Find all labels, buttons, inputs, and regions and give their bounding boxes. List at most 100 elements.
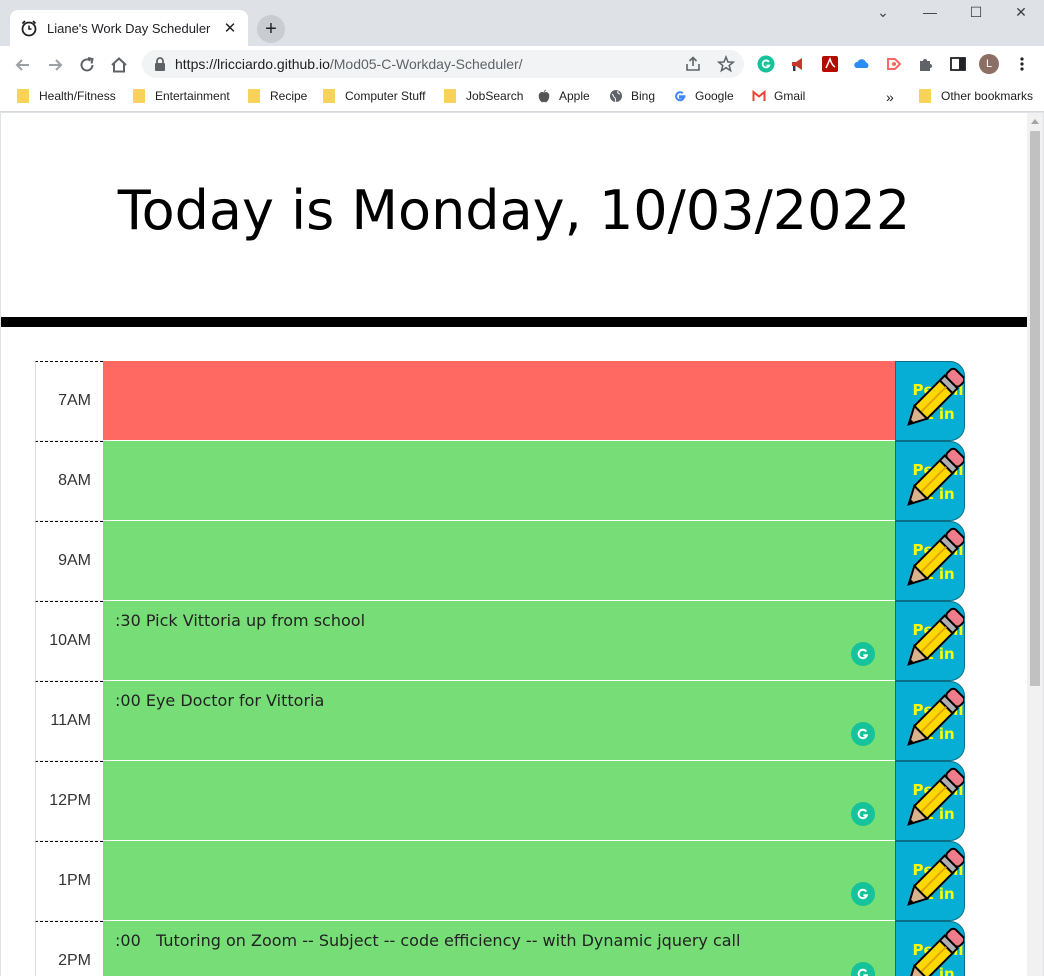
hour-label: 7AM bbox=[35, 361, 103, 441]
save-button[interactable]: Pencil it in bbox=[895, 921, 965, 976]
bookmark-gmail[interactable]: Gmail bbox=[752, 89, 805, 103]
bookmark-jobsearch[interactable]: JobSearch bbox=[444, 89, 523, 103]
hour-label: 10AM bbox=[35, 601, 103, 681]
back-icon[interactable] bbox=[13, 55, 33, 75]
save-button[interactable]: Pencil it in bbox=[895, 681, 965, 761]
grammarly-icon[interactable] bbox=[851, 882, 875, 906]
page-viewport: Today is Monday, 10/03/2022 7AM Pencil it… bbox=[1, 113, 1043, 976]
bookmark-label: Recipe bbox=[270, 89, 308, 103]
bookmark-apple[interactable]: Apple bbox=[537, 89, 590, 103]
bookmarks-overflow-button[interactable]: » bbox=[886, 89, 894, 105]
time-block-11am: 11AM:00 Eye Doctor for VittoriaPencil it… bbox=[35, 681, 965, 761]
bookmark-google[interactable]: Google bbox=[673, 89, 734, 103]
url-text: https://lricciardo.github.io/Mod05-C-Wor… bbox=[175, 56, 523, 72]
home-icon[interactable] bbox=[109, 55, 129, 75]
active-tab[interactable]: Liane's Work Day Scheduler ✕ bbox=[10, 10, 248, 46]
grammarly-icon[interactable] bbox=[851, 642, 875, 666]
time-block-1pm: 1PM Pencil it in bbox=[35, 841, 965, 921]
close-window-icon[interactable]: ✕ bbox=[1011, 4, 1031, 21]
time-block-10am: 10AM:30 Pick Vittoria up from schoolPenc… bbox=[35, 601, 965, 681]
share-icon[interactable] bbox=[684, 55, 702, 73]
hour-label: 9AM bbox=[35, 521, 103, 601]
save-button[interactable]: Pencil it in bbox=[895, 441, 965, 521]
bookmark-label: Health/Fitness bbox=[39, 89, 116, 103]
time-block-7am: 7AM Pencil it in bbox=[35, 361, 965, 441]
bookmark-entertainment[interactable]: Entertainment bbox=[133, 89, 230, 103]
bookmark-bing[interactable]: Bing bbox=[609, 89, 655, 103]
reload-icon[interactable] bbox=[77, 55, 97, 75]
cloud-extension-icon[interactable] bbox=[852, 54, 872, 74]
bookmark-computer-stuff[interactable]: Computer Stuff bbox=[323, 89, 425, 103]
pencil-icon bbox=[907, 927, 964, 976]
more-menu-icon[interactable] bbox=[1012, 54, 1032, 74]
bookmark-label: Computer Stuff bbox=[345, 89, 426, 103]
pencil-icon bbox=[907, 767, 964, 826]
bookmark-health-fitness[interactable]: Health/Fitness bbox=[17, 89, 116, 103]
bookmark-label: Bing bbox=[631, 89, 656, 103]
time-block-12pm: 12PM Pencil it in bbox=[35, 761, 965, 841]
event-description-input[interactable]: :00 Tutoring on Zoom -- Subject -- code … bbox=[103, 921, 895, 976]
url-path: /Mod05-C-Workday-Scheduler/ bbox=[329, 56, 523, 72]
pencil-icon bbox=[907, 447, 964, 506]
event-description-input[interactable] bbox=[103, 441, 895, 521]
event-description-input[interactable]: :30 Pick Vittoria up from school bbox=[103, 601, 895, 681]
minimize-icon[interactable]: — bbox=[920, 4, 940, 20]
current-day-heading: Today is Monday, 10/03/2022 bbox=[117, 179, 911, 242]
address-bar[interactable]: https://lricciardo.github.io/Mod05-C-Wor… bbox=[142, 50, 744, 78]
gmail-icon bbox=[752, 89, 766, 101]
side-panel-icon[interactable] bbox=[948, 54, 968, 74]
save-button[interactable]: Pencil it in bbox=[895, 361, 965, 441]
pencil-icon bbox=[907, 607, 964, 666]
forward-icon[interactable] bbox=[45, 55, 65, 75]
grammarly-icon[interactable] bbox=[851, 802, 875, 826]
bookmark-label: Entertainment bbox=[155, 89, 230, 103]
event-description-input[interactable] bbox=[103, 361, 895, 441]
hour-label: 12PM bbox=[35, 761, 103, 841]
page-header: Today is Monday, 10/03/2022 bbox=[1, 113, 1027, 327]
grammarly-extension-icon[interactable] bbox=[756, 54, 776, 74]
lock-icon[interactable] bbox=[154, 57, 166, 71]
extensions-puzzle-icon[interactable] bbox=[916, 54, 936, 74]
folder-icon bbox=[133, 89, 145, 103]
hour-label: 8AM bbox=[35, 441, 103, 521]
new-tab-button[interactable]: + bbox=[257, 15, 285, 43]
bookmark-label: JobSearch bbox=[466, 89, 524, 103]
maximize-icon[interactable]: ☐ bbox=[966, 4, 986, 21]
avatar-letter: L bbox=[979, 54, 999, 74]
save-button[interactable]: Pencil it in bbox=[895, 761, 965, 841]
folder-icon bbox=[323, 89, 335, 103]
folder-icon bbox=[248, 89, 260, 103]
pencil-icon bbox=[907, 527, 964, 586]
grammarly-icon[interactable] bbox=[851, 722, 875, 746]
screencast-extension-icon[interactable] bbox=[884, 54, 904, 74]
tab-search-icon[interactable]: ⌄ bbox=[873, 4, 893, 21]
time-block-9am: 9AM Pencil it in bbox=[35, 521, 965, 601]
scrollbar[interactable] bbox=[1027, 113, 1043, 976]
tab-title: Liane's Work Day Scheduler bbox=[47, 20, 211, 36]
hour-label: 1PM bbox=[35, 841, 103, 921]
pencil-icon bbox=[907, 847, 964, 906]
pencil-icon bbox=[907, 367, 964, 426]
close-tab-icon[interactable]: ✕ bbox=[222, 19, 238, 37]
acrobat-extension-icon[interactable] bbox=[820, 54, 840, 74]
save-button[interactable]: Pencil it in bbox=[895, 521, 965, 601]
time-block-8am: 8AM Pencil it in bbox=[35, 441, 965, 521]
scroll-thumb[interactable] bbox=[1030, 131, 1040, 686]
profile-avatar[interactable]: L bbox=[979, 54, 999, 74]
bookmark-other-bookmarks[interactable]: Other bookmarks bbox=[919, 89, 1033, 103]
event-description-input[interactable]: :00 Eye Doctor for Vittoria bbox=[103, 681, 895, 761]
url-host: https://lricciardo.github.io bbox=[175, 56, 330, 72]
save-button[interactable]: Pencil it in bbox=[895, 841, 965, 921]
megaphone-extension-icon[interactable] bbox=[788, 54, 808, 74]
event-description-input[interactable] bbox=[103, 841, 895, 921]
event-description-input[interactable] bbox=[103, 521, 895, 601]
scroll-up-arrow-icon[interactable] bbox=[1031, 119, 1039, 124]
folder-icon bbox=[17, 89, 29, 103]
hour-label: 11AM bbox=[35, 681, 103, 761]
star-icon[interactable] bbox=[717, 55, 735, 73]
folder-icon bbox=[444, 89, 456, 103]
save-button[interactable]: Pencil it in bbox=[895, 601, 965, 681]
event-description-input[interactable] bbox=[103, 761, 895, 841]
time-block-2pm: 2PM:00 Tutoring on Zoom -- Subject -- co… bbox=[35, 921, 965, 976]
bookmark-recipe[interactable]: Recipe bbox=[248, 89, 307, 103]
